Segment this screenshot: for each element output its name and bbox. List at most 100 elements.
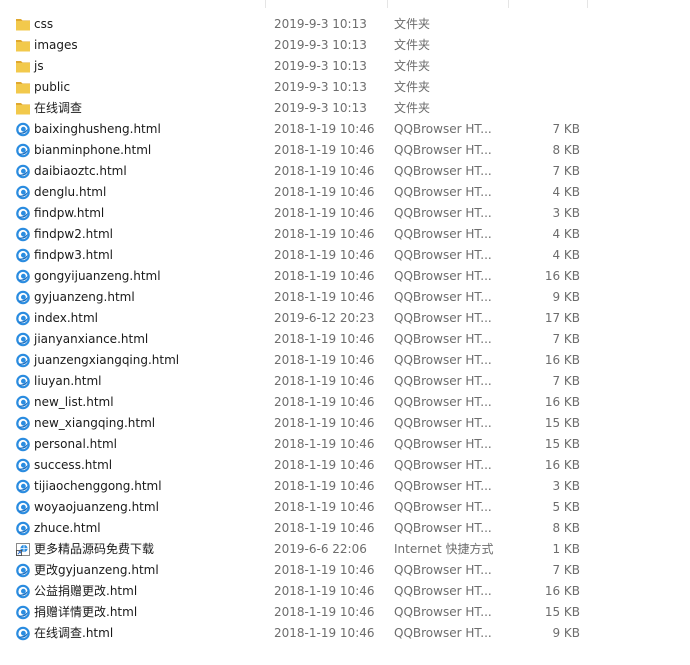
file-type: QQBrowser HT...: [394, 584, 492, 598]
qqbrowser-html-icon: [15, 584, 31, 599]
file-row[interactable]: findpw2.html 2018-1-19 10:46 QQBrowser HT.…: [0, 224, 690, 245]
file-row[interactable]: css 2019-9-3 10:13 文件夹: [0, 14, 690, 35]
file-row[interactable]: images 2019-9-3 10:13 文件夹: [0, 35, 690, 56]
file-row[interactable]: baixinghusheng.html 2018-1-19 10:46 QQBrow…: [0, 119, 690, 140]
file-size: 15 KB: [544, 437, 580, 451]
file-row[interactable]: woyaojuanzeng.html 2018-1-19 10:46 QQBrows…: [0, 497, 690, 518]
file-type: QQBrowser HT...: [394, 332, 492, 346]
file-modified-date: 2018-1-19 10:46: [274, 521, 375, 535]
file-row[interactable]: js 2019-9-3 10:13 文件夹: [0, 56, 690, 77]
file-size: 7 KB: [552, 563, 580, 577]
file-modified-date: 2019-9-3 10:13: [274, 17, 367, 31]
file-row[interactable]: success.html 2018-1-19 10:46 QQBrowser HT.…: [0, 455, 690, 476]
qqbrowser-html-icon: [15, 332, 31, 347]
file-name: findpw2.html: [34, 227, 113, 241]
file-modified-date: 2018-1-19 10:46: [274, 458, 375, 472]
file-row[interactable]: findpw.html 2018-1-19 10:46 QQBrowser HT..…: [0, 203, 690, 224]
file-name: 捐赠详情更改.html: [34, 605, 138, 619]
file-name: daibiaoztc.html: [34, 164, 127, 178]
file-row[interactable]: 公益捐赠更改.html 2018-1-19 10:46 QQBrowser HT..…: [0, 581, 690, 602]
file-name: images: [34, 38, 78, 52]
file-name: success.html: [34, 458, 113, 472]
file-row[interactable]: gyjuanzeng.html 2018-1-19 10:46 QQBrowser …: [0, 287, 690, 308]
column-separator[interactable]: [387, 0, 388, 8]
file-modified-date: 2018-1-19 10:46: [274, 122, 375, 136]
file-row[interactable]: 更多精品源码免费下载 2019-6-6 22:06 Internet 快捷方式 1 K…: [0, 539, 690, 560]
file-type: QQBrowser HT...: [394, 563, 492, 577]
file-name: gyjuanzeng.html: [34, 290, 135, 304]
file-name: woyaojuanzeng.html: [34, 500, 159, 514]
qqbrowser-html-icon: [15, 374, 31, 389]
file-name: jianyanxiance.html: [34, 332, 149, 346]
file-name: index.html: [34, 311, 98, 325]
file-type: QQBrowser HT...: [394, 395, 492, 409]
file-row[interactable]: new_xiangqing.html 2018-1-19 10:46 QQBrows…: [0, 413, 690, 434]
file-row[interactable]: index.html 2019-6-12 20:23 QQBrowser HT...…: [0, 308, 690, 329]
column-separator[interactable]: [587, 0, 588, 8]
file-row[interactable]: 更改gyjuanzeng.html 2018-1-19 10:46 QQBrowse…: [0, 560, 690, 581]
file-type: QQBrowser HT...: [394, 143, 492, 157]
file-modified-date: 2018-1-19 10:46: [274, 143, 375, 157]
file-row[interactable]: denglu.html 2018-1-19 10:46 QQBrowser HT..…: [0, 182, 690, 203]
file-modified-date: 2018-1-19 10:46: [274, 416, 375, 430]
file-row[interactable]: tijiaochenggong.html 2018-1-19 10:46 QQBro…: [0, 476, 690, 497]
qqbrowser-html-icon: [15, 479, 31, 494]
file-type: QQBrowser HT...: [394, 206, 492, 220]
file-type: QQBrowser HT...: [394, 164, 492, 178]
file-row[interactable]: findpw3.html 2018-1-19 10:46 QQBrowser HT.…: [0, 245, 690, 266]
file-row[interactable]: personal.html 2018-1-19 10:46 QQBrowser HT…: [0, 434, 690, 455]
file-row[interactable]: 在线调查.html 2018-1-19 10:46 QQBrowser HT... 9…: [0, 623, 690, 644]
qqbrowser-html-icon: [15, 353, 31, 368]
file-name: 更多精品源码免费下载: [34, 542, 155, 556]
file-row[interactable]: 在线调查 2019-9-3 10:13 文件夹: [0, 98, 690, 119]
file-name: liuyan.html: [34, 374, 102, 388]
file-size: 16 KB: [544, 458, 580, 472]
file-type: 文件夹: [394, 101, 431, 115]
file-modified-date: 2018-1-19 10:46: [274, 479, 375, 493]
file-size: 4 KB: [552, 185, 580, 199]
file-name: tijiaochenggong.html: [34, 479, 162, 493]
file-size: 15 KB: [544, 416, 580, 430]
file-row[interactable]: daibiaoztc.html 2018-1-19 10:46 QQBrowser …: [0, 161, 690, 182]
qqbrowser-html-icon: [15, 227, 31, 242]
file-type: QQBrowser HT...: [394, 290, 492, 304]
file-name: public: [34, 80, 71, 94]
file-type: 文件夹: [394, 17, 431, 31]
file-modified-date: 2018-1-19 10:46: [274, 563, 375, 577]
file-modified-date: 2018-1-19 10:46: [274, 374, 375, 388]
file-name: js: [34, 59, 44, 73]
file-row[interactable]: 捐赠详情更改.html 2018-1-19 10:46 QQBrowser HT..…: [0, 602, 690, 623]
file-row[interactable]: public 2019-9-3 10:13 文件夹: [0, 77, 690, 98]
file-modified-date: 2019-6-12 20:23: [274, 311, 375, 325]
file-modified-date: 2019-6-6 22:06: [274, 542, 367, 556]
qqbrowser-html-icon: [15, 290, 31, 305]
file-row[interactable]: zhuce.html 2018-1-19 10:46 QQBrowser HT...…: [0, 518, 690, 539]
file-row[interactable]: new_list.html 2018-1-19 10:46 QQBrowser HT…: [0, 392, 690, 413]
file-name: findpw3.html: [34, 248, 113, 262]
file-size: 7 KB: [552, 164, 580, 178]
file-type: QQBrowser HT...: [394, 227, 492, 241]
column-separator[interactable]: [508, 0, 509, 8]
file-modified-date: 2019-9-3 10:13: [274, 59, 367, 73]
qqbrowser-html-icon: [15, 269, 31, 284]
file-modified-date: 2018-1-19 10:46: [274, 164, 375, 178]
file-type: QQBrowser HT...: [394, 374, 492, 388]
file-modified-date: 2018-1-19 10:46: [274, 227, 375, 241]
file-row[interactable]: jianyanxiance.html 2018-1-19 10:46 QQBrows…: [0, 329, 690, 350]
qqbrowser-html-icon: [15, 437, 31, 452]
file-name: findpw.html: [34, 206, 105, 220]
file-row[interactable]: gongyijuanzeng.html 2018-1-19 10:46 QQBrow…: [0, 266, 690, 287]
file-row[interactable]: juanzengxiangqing.html 2018-1-19 10:46 QQB…: [0, 350, 690, 371]
file-modified-date: 2018-1-19 10:46: [274, 500, 375, 514]
file-modified-date: 2018-1-19 10:46: [274, 395, 375, 409]
file-row[interactable]: liuyan.html 2018-1-19 10:46 QQBrowser HT..…: [0, 371, 690, 392]
file-list: css 2019-9-3 10:13 文件夹 images 2019-9-3 10:13…: [0, 0, 690, 665]
file-type: QQBrowser HT...: [394, 521, 492, 535]
file-type: QQBrowser HT...: [394, 122, 492, 136]
file-size: 9 KB: [552, 626, 580, 640]
file-row[interactable]: bianminphone.html 2018-1-19 10:46 QQBrowse…: [0, 140, 690, 161]
file-type: Internet 快捷方式: [394, 542, 494, 556]
column-separator[interactable]: [265, 0, 266, 8]
file-type: QQBrowser HT...: [394, 353, 492, 367]
file-size: 3 KB: [552, 479, 580, 493]
